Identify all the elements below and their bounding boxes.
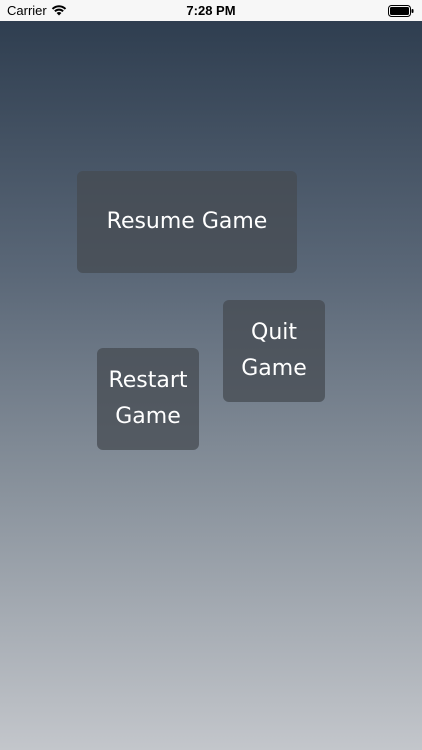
restart-game-label-line2: Game [115, 404, 181, 429]
restart-game-label-line1: Restart [108, 368, 188, 393]
status-bar: Carrier 7:28 PM [0, 0, 422, 21]
pause-menu-screen: Resume Game Quit Game Restart Game [0, 21, 422, 750]
resume-game-label: Resume Game [106, 209, 268, 234]
resume-game-button[interactable]: Resume Game [77, 171, 297, 273]
quit-game-label-line1: Quit [251, 320, 297, 345]
restart-game-button[interactable]: Restart Game [97, 348, 199, 450]
quit-game-button[interactable]: Quit Game [223, 300, 325, 402]
battery-icon [388, 5, 414, 20]
clock: 7:28 PM [186, 3, 236, 18]
quit-game-label-line2: Game [241, 356, 307, 381]
